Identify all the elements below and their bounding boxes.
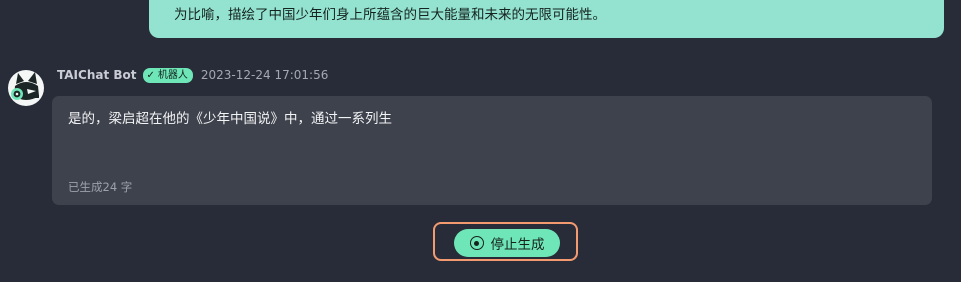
check-icon: ✓ xyxy=(146,69,155,81)
bot-badge-label: 机器人 xyxy=(157,69,188,81)
sender-name: TAIChat Bot xyxy=(57,68,137,82)
generated-count: 已生成24 字 xyxy=(68,180,133,194)
previous-message-bubble: 为比喻，描绘了中国少年们身上所蕴含的巨大能量和未来的无限可能性。 xyxy=(149,0,944,38)
previous-message-text: 为比喻，描绘了中国少年们身上所蕴含的巨大能量和未来的无限可能性。 xyxy=(174,7,606,23)
message-timestamp: 2023-12-24 17:01:56 xyxy=(200,68,329,82)
stop-generation-button[interactable]: 停止生成 xyxy=(454,229,560,257)
bot-message-text: 是的，梁启超在他的《少年中国说》中，通过一系列生 xyxy=(68,111,392,127)
stop-circle-icon xyxy=(469,236,484,250)
bot-message-bubble: 是的，梁启超在他的《少年中国说》中，通过一系列生 已生成24 字 xyxy=(52,96,932,205)
bot-message-header: TAIChat Bot ✓ 机器人 2023-12-24 17:01:56 xyxy=(57,67,328,83)
stop-generation-label: 停止生成 xyxy=(490,237,545,253)
bot-avatar-icon xyxy=(8,70,44,106)
bot-badge: ✓ 机器人 xyxy=(142,67,193,83)
